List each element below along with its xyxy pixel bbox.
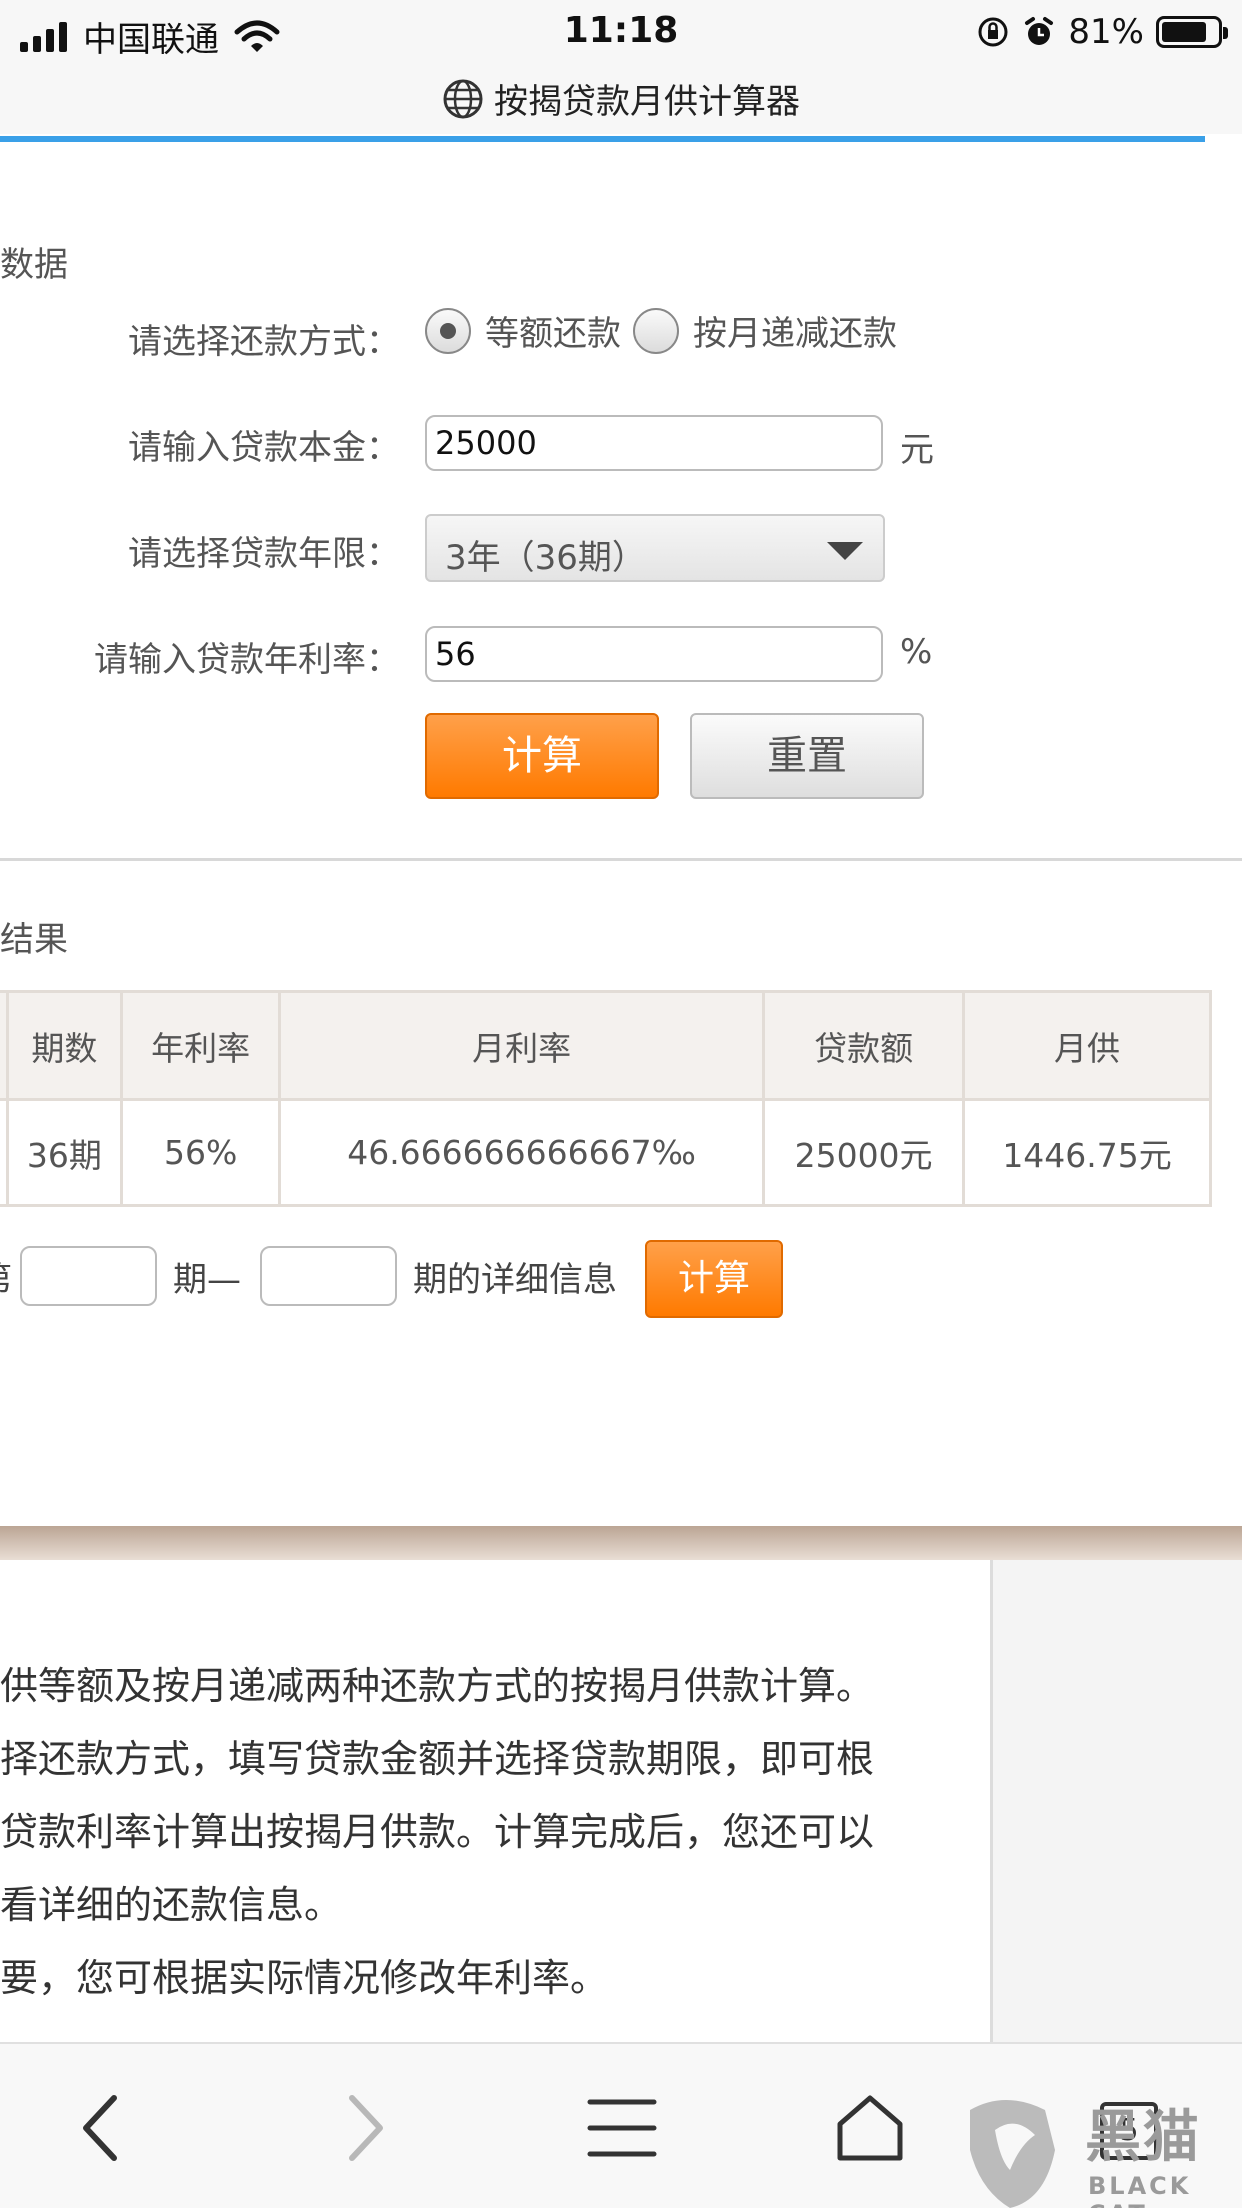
repayment-method-group: 等额还款 按月递减还款 bbox=[425, 306, 909, 355]
results-header-periods: 期数 bbox=[5, 990, 124, 1101]
chevron-right-icon[interactable] bbox=[322, 2088, 402, 2168]
results-cell-loan-amount: 25000元 bbox=[762, 1098, 966, 1207]
battery-icon bbox=[1156, 16, 1228, 48]
browser-title-bar: 按揭贷款月供计算器 bbox=[0, 64, 1242, 134]
results-table: 期数 年利率 月利率 贷款额 月供 36期 56% 46.66666666666… bbox=[0, 990, 1212, 1207]
instructions-line: 供等额及按月递减两种还款方式的按揭月供款计算。 bbox=[0, 1664, 875, 1708]
globe-icon bbox=[443, 79, 483, 118]
principal-label: 请输入贷款本金： bbox=[128, 428, 400, 468]
content-divider-band bbox=[0, 1526, 1242, 1560]
watermark-sub: BLACK CAT bbox=[1088, 2172, 1192, 2208]
detail-suffix: 期的详细信息 bbox=[413, 1260, 617, 1300]
loan-term-selected: 3年（36期） bbox=[445, 538, 646, 578]
page-title: 按揭贷款月供计算器 bbox=[494, 82, 800, 122]
annual-rate-label: 请输入贷款年利率： bbox=[94, 640, 400, 680]
watermark-name: 黑猫 bbox=[1085, 2105, 1201, 2170]
alarm-icon bbox=[1025, 17, 1054, 45]
annual-rate-unit: % bbox=[900, 632, 933, 672]
detail-range-row: 第 期— 期的详细信息 计算 bbox=[0, 1240, 1242, 1320]
orientation-lock-icon bbox=[978, 17, 1008, 47]
status-bar: 中国联通 11:18 81% bbox=[0, 0, 1242, 64]
radio-monthly-decreasing-label[interactable]: 按月递减还款 bbox=[693, 306, 897, 355]
results-header-row: 期数 年利率 月利率 贷款额 月供 bbox=[0, 990, 1212, 1101]
reset-button[interactable]: 重置 bbox=[690, 713, 924, 799]
principal-input[interactable] bbox=[425, 415, 883, 471]
status-right: 81% bbox=[976, 12, 1228, 52]
detail-mid: 期— bbox=[173, 1260, 241, 1300]
battery-fill bbox=[1162, 22, 1206, 42]
instructions-line: 贷款利率计算出按揭月供款。计算完成后，您还可以 bbox=[0, 1810, 875, 1854]
results-cell-monthly-rate: 46.666666666667‰ bbox=[278, 1098, 766, 1207]
results-section-title: 结果 bbox=[0, 920, 68, 960]
instructions-line: 要，您可根据实际情况修改年利率。 bbox=[0, 1956, 609, 2000]
loan-term-select[interactable]: 3年（36期） bbox=[425, 514, 885, 582]
chevron-left-icon[interactable] bbox=[64, 2088, 144, 2168]
menu-icon[interactable] bbox=[582, 2088, 662, 2168]
radio-monthly-decreasing[interactable] bbox=[633, 307, 679, 354]
results-header-monthly-rate: 月利率 bbox=[278, 990, 766, 1101]
home-icon[interactable] bbox=[830, 2088, 910, 2168]
results-header-edge bbox=[0, 990, 9, 1101]
results-cell-edge bbox=[0, 1098, 9, 1207]
table-row: 36期 56% 46.666666666667‰ 25000元 1446.75元 bbox=[0, 1098, 1212, 1207]
detail-calculate-button[interactable]: 计算 bbox=[645, 1240, 783, 1318]
detail-prefix: 第 bbox=[0, 1252, 12, 1301]
instructions-line: 择还款方式，填写贷款金额并选择贷款期限，即可根 bbox=[0, 1737, 875, 1781]
chevron-down-icon bbox=[827, 542, 863, 560]
results-header-monthly-payment: 月供 bbox=[962, 990, 1212, 1101]
annual-rate-input[interactable] bbox=[425, 626, 883, 682]
results-header-annual-rate: 年利率 bbox=[120, 990, 282, 1101]
right-side-panel bbox=[990, 1560, 1242, 2042]
calculate-button[interactable]: 计算 bbox=[425, 713, 659, 799]
instructions-line: 看详细的还款信息。 bbox=[0, 1883, 343, 1927]
instructions-text: 供等额及按月递减两种还款方式的按揭月供款计算。 择还款方式，填写贷款金额并选择贷… bbox=[0, 1650, 985, 2015]
results-header-loan-amount: 贷款额 bbox=[762, 990, 966, 1101]
repayment-method-label: 请选择还款方式： bbox=[128, 322, 400, 362]
loan-term-label: 请选择贷款年限： bbox=[128, 534, 400, 574]
radio-equal-payment-label[interactable]: 等额还款 bbox=[485, 306, 621, 355]
battery-percent: 81% bbox=[1068, 12, 1144, 52]
section-divider bbox=[0, 858, 1242, 861]
principal-unit: 元 bbox=[900, 430, 934, 470]
radio-equal-payment[interactable] bbox=[425, 307, 471, 354]
form-section-title: 数据 bbox=[0, 245, 68, 285]
title-wrap: 按揭贷款月供计算器 bbox=[0, 74, 1242, 123]
results-cell-monthly-payment: 1446.75元 bbox=[962, 1098, 1212, 1207]
results-cell-periods: 36期 bbox=[5, 1098, 124, 1207]
detail-start-period-input[interactable] bbox=[20, 1246, 157, 1306]
detail-end-period-input[interactable] bbox=[260, 1246, 397, 1306]
page-load-progress bbox=[0, 136, 1205, 142]
results-cell-annual-rate: 56% bbox=[120, 1098, 282, 1207]
